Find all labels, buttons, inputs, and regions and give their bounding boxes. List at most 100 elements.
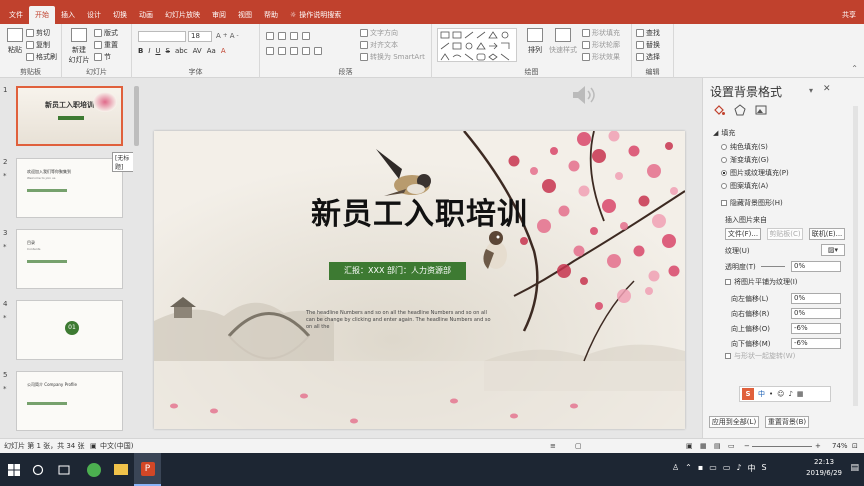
file-explorer-icon[interactable]: [107, 453, 134, 486]
notification-icon[interactable]: ▤: [850, 463, 859, 473]
browser-icon[interactable]: [80, 453, 107, 486]
offset-input-2[interactable]: -6%: [791, 323, 841, 334]
reset-button[interactable]: 重置: [94, 40, 118, 50]
slide-thumbnail-2[interactable]: 欢迎加入我们等你聚集到 Welcome to join us: [16, 158, 123, 218]
tab-0[interactable]: 文件: [3, 6, 29, 24]
picture-icon[interactable]: [755, 104, 767, 116]
fill-option-1[interactable]: 渐变填充(G): [721, 155, 769, 165]
slide-thumbnail-1[interactable]: 新员工入职培训: [16, 86, 123, 146]
slide-thumbnail-5[interactable]: 公司简介 Company Profile: [16, 371, 123, 431]
tab-6[interactable]: 幻灯片放映: [159, 6, 206, 24]
transparency-slider[interactable]: [761, 266, 785, 267]
comments-button[interactable]: ▢: [575, 439, 582, 453]
arrange-button[interactable]: 排列: [524, 28, 546, 55]
fit-slide-button[interactable]: ⊡: [852, 439, 858, 453]
share-button[interactable]: 共享: [842, 6, 856, 24]
sorter-view-button[interactable]: ▦: [700, 439, 707, 453]
quick-styles-button[interactable]: 快速样式: [548, 28, 578, 55]
tab-2[interactable]: 插入: [55, 6, 81, 24]
font-format-button-1[interactable]: I: [148, 47, 150, 55]
paste-button[interactable]: 粘贴: [4, 28, 26, 55]
close-icon[interactable]: ✕: [823, 84, 831, 94]
pane-options-icon[interactable]: ▾: [809, 86, 813, 95]
notes-button[interactable]: ≡: [550, 439, 556, 453]
clipboard-button[interactable]: 剪贴板(C): [767, 228, 803, 240]
slide-thumbnail-4[interactable]: 01: [16, 300, 123, 360]
tab-1[interactable]: 开始: [29, 6, 55, 24]
align-buttons[interactable]: [266, 47, 322, 55]
reading-view-button[interactable]: ▤: [714, 439, 721, 453]
system-tray[interactable]: ♙ ⌃ ▪ ▭ ▭ ♪ 中 S: [672, 463, 767, 474]
new-slide-button[interactable]: 新建 幻灯片: [67, 28, 91, 65]
offset-input-3[interactable]: -6%: [791, 338, 841, 349]
slideshow-button[interactable]: ▭: [728, 439, 735, 453]
fill-option-0[interactable]: 纯色填充(S): [721, 142, 768, 152]
slide-subtitle-bar[interactable]: 汇报：XXX 部门：人力资源部: [329, 262, 466, 280]
speaker-icon[interactable]: [570, 84, 598, 108]
offset-input-1[interactable]: 0%: [791, 308, 841, 319]
apply-all-button[interactable]: 应用到全部(L): [709, 416, 759, 428]
texture-dropdown[interactable]: ▨▾: [821, 244, 845, 256]
search-icon[interactable]: [24, 453, 51, 486]
zoom-in-button[interactable]: +: [815, 439, 821, 453]
reset-background-button[interactable]: 重置背景(B): [765, 416, 809, 428]
slide-thumbnail-3[interactable]: 目录 Contents: [16, 229, 123, 289]
replace-button[interactable]: 替换: [636, 40, 660, 50]
tab-3[interactable]: 设计: [81, 6, 107, 24]
tell-me-search[interactable]: ☼ 操作说明搜索: [290, 10, 341, 20]
ime-toolbar[interactable]: S 中 • ☺ ♪ ▦: [739, 386, 831, 402]
select-button[interactable]: 选择: [636, 52, 660, 62]
font-format-button-3[interactable]: S: [166, 47, 170, 55]
slide-body-text[interactable]: The headline Numbers and so on all the h…: [306, 310, 496, 331]
align-text-button[interactable]: 对齐文本: [360, 40, 398, 50]
tile-checkbox[interactable]: 将图片平铺为纹理(I): [725, 277, 798, 287]
language-indicator[interactable]: 中文(中国): [100, 439, 133, 453]
format-painter-button[interactable]: 格式刷: [26, 52, 57, 62]
shape-effects-button[interactable]: 形状效果: [582, 52, 620, 62]
zoom-out-button[interactable]: −: [744, 439, 750, 453]
find-button[interactable]: 查找: [636, 28, 660, 38]
tab-4[interactable]: 切换: [107, 6, 133, 24]
font-format-button-4[interactable]: abc: [175, 47, 188, 55]
font-format-button-6[interactable]: Aa: [207, 47, 216, 55]
hide-bg-checkbox[interactable]: 隐藏背景图形(H): [721, 198, 783, 208]
font-format-button-5[interactable]: AV: [193, 47, 202, 55]
tab-5[interactable]: 动画: [133, 6, 159, 24]
layout-button[interactable]: 版式: [94, 28, 118, 38]
rotate-with-shape-checkbox[interactable]: 与形状一起旋转(W): [725, 351, 795, 361]
tab-9[interactable]: 帮助: [258, 6, 284, 24]
transparency-input[interactable]: 0%: [791, 261, 841, 272]
smartart-button[interactable]: 转换为 SmartArt: [360, 52, 425, 62]
zoom-level[interactable]: 74%: [832, 439, 848, 453]
list-buttons[interactable]: [266, 32, 310, 40]
task-view-icon[interactable]: [50, 453, 77, 486]
font-name-combo[interactable]: [138, 31, 186, 42]
effects-icon[interactable]: [734, 104, 746, 116]
normal-view-button[interactable]: ▣: [686, 439, 693, 453]
thumbnails-scrollbar[interactable]: [133, 84, 140, 434]
cut-button[interactable]: 剪切: [26, 28, 50, 38]
zoom-slider[interactable]: [752, 446, 812, 447]
online-button[interactable]: 联机(E)...: [809, 228, 845, 240]
font-format-button-0[interactable]: B: [138, 47, 143, 55]
scrollbar-thumb[interactable]: [134, 86, 139, 146]
shape-fill-button[interactable]: 形状填充: [582, 28, 620, 38]
clock[interactable]: 22:13 2019/6/29: [806, 457, 842, 479]
fill-option-2[interactable]: 图片或纹理填充(P): [721, 168, 789, 178]
powerpoint-icon[interactable]: P: [134, 453, 161, 486]
current-slide[interactable]: 新员工入职培训 汇报：XXX 部门：人力资源部 The headline Num…: [154, 131, 685, 429]
tab-7[interactable]: 审阅: [206, 6, 232, 24]
font-format-button-2[interactable]: U: [155, 47, 160, 55]
ribbon-collapse-icon[interactable]: ⌃: [851, 64, 858, 73]
grow-font-icon[interactable]: A + A-: [216, 32, 239, 40]
windows-start-icon[interactable]: [0, 453, 27, 486]
font-size-combo[interactable]: 18: [188, 31, 212, 42]
font-format-button-7[interactable]: A: [221, 47, 226, 55]
slide-title[interactable]: 新员工入职培训: [154, 189, 685, 233]
tab-8[interactable]: 视图: [232, 6, 258, 24]
section-button[interactable]: 节: [94, 52, 111, 62]
offset-input-0[interactable]: 0%: [791, 293, 841, 304]
file-button[interactable]: 文件(F)...: [725, 228, 761, 240]
spellcheck-icon[interactable]: ▣: [90, 439, 97, 453]
text-direction-button[interactable]: 文字方向: [360, 28, 398, 38]
